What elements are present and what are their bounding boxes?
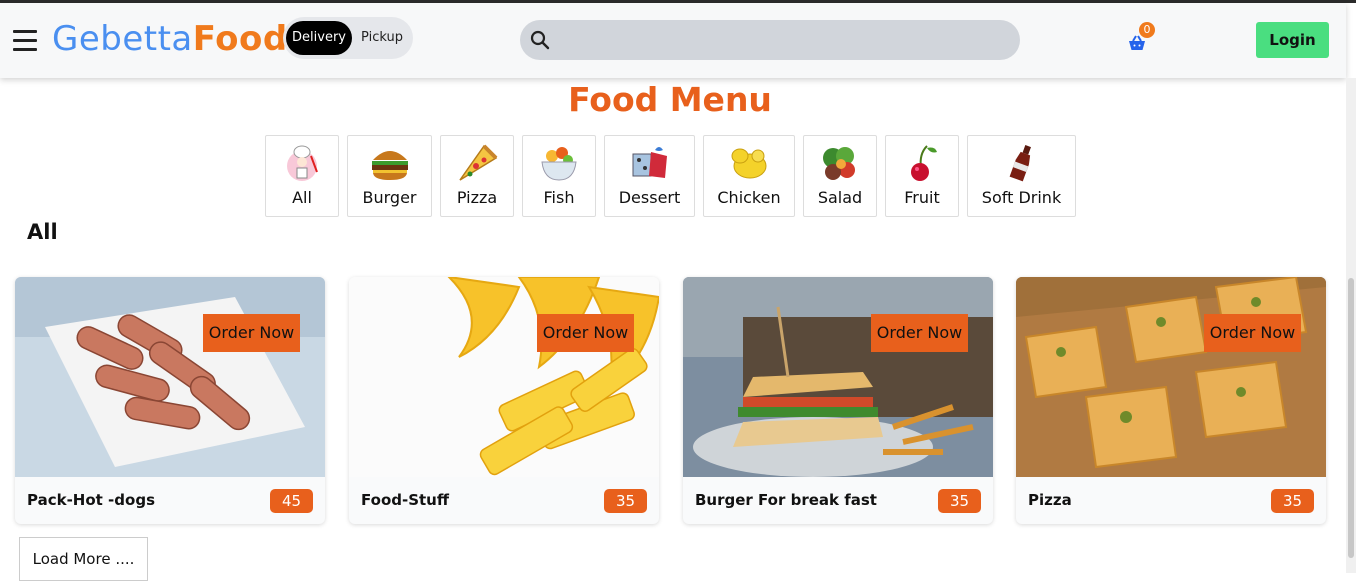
order-now-button[interactable]: Order Now bbox=[203, 314, 300, 352]
order-now-button[interactable]: Order Now bbox=[537, 314, 634, 352]
category-burger[interactable]: Burger bbox=[347, 135, 432, 217]
category-all[interactable]: All bbox=[265, 135, 339, 217]
burger-icon bbox=[371, 151, 408, 180]
product-price: 35 bbox=[604, 489, 647, 513]
order-now-button[interactable]: Order Now bbox=[1204, 314, 1301, 352]
pastry-image bbox=[1016, 277, 1326, 477]
brand-logo[interactable]: GebettaFoods bbox=[52, 17, 308, 61]
hot-dogs-image bbox=[15, 277, 325, 477]
cart-button[interactable]: 0 bbox=[1127, 22, 1155, 53]
category-label: Salad bbox=[817, 188, 863, 207]
product-card: Order Now Pizza 35 bbox=[1016, 277, 1326, 524]
cart-count-badge: 0 bbox=[1139, 22, 1155, 38]
category-salad[interactable]: Salad bbox=[803, 135, 877, 217]
pasta-image bbox=[349, 277, 659, 477]
category-fish[interactable]: Fish bbox=[522, 135, 596, 217]
category-label: Pizza bbox=[456, 188, 498, 207]
delivery-pickup-toggle: Delivery Pickup bbox=[283, 17, 413, 59]
category-label: Fruit bbox=[904, 188, 940, 207]
category-fruit[interactable]: Fruit bbox=[885, 135, 959, 217]
page-scrollbar[interactable] bbox=[1346, 78, 1356, 573]
soda-bottle-icon bbox=[1009, 145, 1031, 182]
product-name: Pizza bbox=[1028, 491, 1072, 509]
category-pizza[interactable]: Pizza bbox=[440, 135, 514, 217]
salad-icon bbox=[823, 147, 855, 180]
search-bar bbox=[520, 20, 1020, 60]
product-price: 35 bbox=[938, 489, 981, 513]
product-name: Pack-Hot -dogs bbox=[27, 491, 155, 509]
category-dessert[interactable]: Dessert bbox=[604, 135, 695, 217]
chicken-icon bbox=[731, 148, 767, 179]
order-now-button[interactable]: Order Now bbox=[871, 314, 968, 352]
cherry-icon bbox=[911, 145, 937, 181]
category-chicken[interactable]: Chicken bbox=[703, 135, 795, 217]
category-label: Soft Drink bbox=[981, 188, 1062, 207]
product-name: Burger For break fast bbox=[695, 491, 877, 509]
category-label: Fish bbox=[543, 188, 575, 207]
hamburger-menu-icon[interactable] bbox=[13, 30, 37, 51]
category-label: Dessert bbox=[618, 188, 681, 207]
product-price: 35 bbox=[1271, 489, 1314, 513]
product-card: Order Now Pack-Hot -dogs 45 bbox=[15, 277, 325, 524]
fish-bowl-icon bbox=[541, 147, 577, 181]
top-navbar: GebettaFoods Delivery Pickup 0 Login bbox=[0, 3, 1346, 78]
category-label: Burger bbox=[362, 188, 417, 207]
search-input[interactable] bbox=[564, 20, 1004, 60]
category-label: All bbox=[292, 188, 312, 207]
product-name: Food-Stuff bbox=[361, 491, 450, 509]
dessert-gift-icon bbox=[632, 147, 667, 178]
category-soft-drink[interactable]: Soft Drink bbox=[967, 135, 1076, 217]
search-icon[interactable] bbox=[530, 30, 550, 50]
delivery-option[interactable]: Delivery bbox=[286, 21, 352, 55]
chef-icon bbox=[287, 145, 318, 181]
product-card: Order Now Food-Stuff 35 bbox=[349, 277, 659, 524]
pizza-slice-icon bbox=[459, 144, 498, 181]
food-menu-title: Food Menu bbox=[568, 80, 772, 119]
brand-name-part1: Gebetta bbox=[52, 19, 193, 59]
section-title: All bbox=[27, 220, 58, 244]
category-list: All Burger Pizza Fish Dessert Chicken Sa… bbox=[265, 135, 1076, 217]
category-label: Chicken bbox=[717, 188, 781, 207]
load-more-button[interactable]: Load More .... bbox=[19, 537, 148, 581]
burger-sandwich-image bbox=[683, 277, 993, 477]
login-button[interactable]: Login bbox=[1256, 22, 1329, 58]
pickup-option[interactable]: Pickup bbox=[354, 21, 410, 55]
product-card: Order Now Burger For break fast 35 bbox=[683, 277, 993, 524]
product-price: 45 bbox=[270, 489, 313, 513]
scrollbar-thumb[interactable] bbox=[1348, 278, 1354, 558]
